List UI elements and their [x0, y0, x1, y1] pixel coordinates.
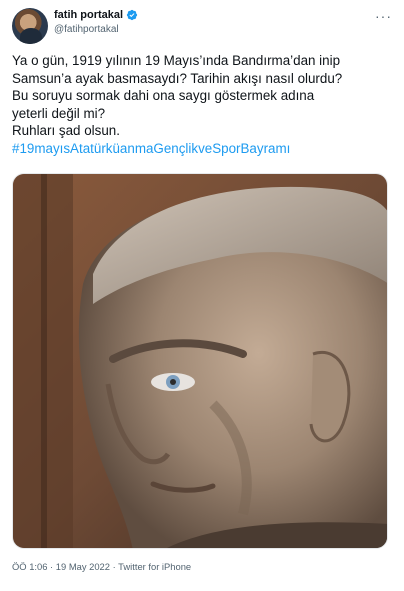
tweet-meta: ÖÖ 1:06 · 19 May 2022 · Twitter for iPho… [12, 561, 191, 572]
tweet-line: Samsun’a ayak basmasaydı? Tarihin akışı … [12, 70, 343, 86]
author-name-row[interactable]: fatih portakal [54, 9, 138, 21]
hashtag-link[interactable]: #19mayısAtatürküanmaGençlikveSporBayramı [12, 140, 396, 158]
meta-separator: · [50, 561, 54, 572]
tweet-line: Ya o gün, 1919 yılının 19 Mayıs’ında Ban… [12, 53, 341, 68]
portrait-image [13, 174, 387, 548]
tweet-photo[interactable] [12, 173, 388, 549]
author-name[interactable]: fatih portakal [54, 9, 123, 21]
avatar[interactable] [12, 8, 48, 44]
tweet-date[interactable]: 19 May 2022 [56, 561, 110, 572]
author-handle[interactable]: @fatihportakal [54, 24, 119, 35]
tweet-text: Ya o gün, 1919 yılının 19 Mayıs’ında Ban… [12, 52, 396, 158]
verified-badge-icon [126, 9, 138, 21]
tweet-card: fatih portakal @fatihportakal ··· Ya o g… [0, 0, 404, 591]
tweet-time[interactable]: ÖÖ 1:06 [12, 561, 47, 572]
meta-separator: · [112, 561, 116, 572]
tweet-line: Ruhları şad olsun. [12, 123, 120, 139]
tweet-source[interactable]: Twitter for iPhone [118, 561, 191, 572]
more-dots-icon[interactable]: ··· [375, 8, 392, 24]
tweet-line: yeterli değil mi? [12, 105, 106, 121]
tweet-line: Bu soruyu sormak dahi ona saygı gösterme… [12, 88, 315, 104]
